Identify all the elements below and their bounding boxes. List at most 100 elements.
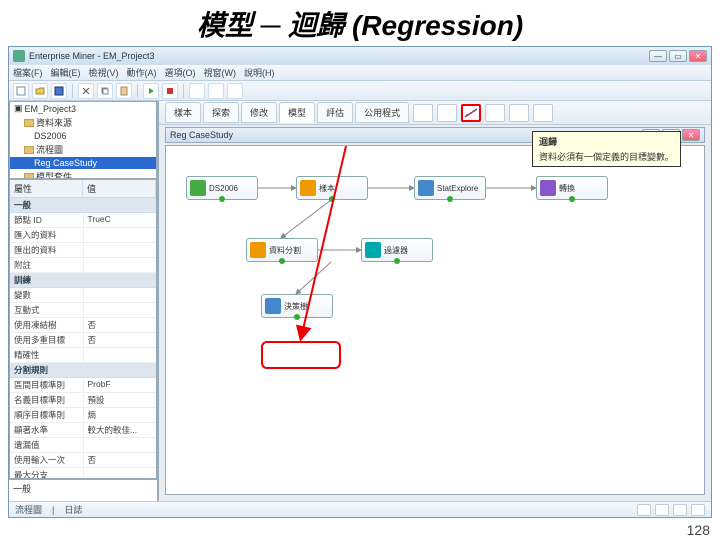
prop-key: 顯著水準 [10, 423, 84, 437]
canvas-close-button[interactable]: ✕ [682, 129, 700, 141]
zoom-fit-icon[interactable] [655, 504, 669, 516]
zoom-100-icon[interactable] [691, 504, 705, 516]
tree-item-models[interactable]: 模型套件 [10, 169, 156, 179]
prop-value[interactable] [84, 438, 157, 452]
prop-row[interactable]: 順序目標準則熵 [10, 408, 156, 423]
prop-group: 分割規則 [10, 363, 156, 378]
prop-row[interactable]: 遺漏值 [10, 438, 156, 453]
tool-new-icon[interactable] [13, 83, 29, 99]
prop-value[interactable] [84, 288, 157, 302]
palette-tab-model[interactable]: 模型 [279, 102, 315, 123]
prop-value[interactable] [84, 348, 157, 362]
palette-node-icon[interactable] [509, 104, 529, 122]
maximize-button[interactable]: ▭ [669, 50, 687, 62]
tree-item-selected[interactable]: Reg CaseStudy [10, 157, 156, 169]
menu-help[interactable]: 說明(H) [244, 66, 275, 79]
prop-row[interactable]: 精確性 [10, 348, 156, 363]
tool-copy-icon[interactable] [97, 83, 113, 99]
menu-view[interactable]: 檢視(V) [89, 66, 119, 79]
status-mid: 日誌 [64, 503, 82, 516]
palette-tab-assess[interactable]: 評估 [317, 102, 353, 123]
right-column: 樣本 探索 修改 模型 評估 公用程式 Reg CaseStudy — ▭ [159, 101, 711, 501]
prop-row[interactable]: 互動式 [10, 303, 156, 318]
prop-key: 最大分支 [10, 468, 84, 479]
prop-value[interactable]: 較大的較佳... [84, 423, 157, 437]
node-decisiontree[interactable]: 決策樹 [261, 294, 333, 318]
prop-row[interactable]: 匯出的資料 [10, 243, 156, 258]
palette-tab-modify[interactable]: 修改 [241, 102, 277, 123]
prop-row[interactable]: 匯入的資料 [10, 228, 156, 243]
prop-row[interactable]: 節點 IDTrueC [10, 213, 156, 228]
menu-window[interactable]: 視窗(W) [204, 66, 237, 79]
tool-save-icon[interactable] [51, 83, 67, 99]
prop-row[interactable]: 區間目標準則ProbF [10, 378, 156, 393]
palette-node-icon[interactable] [437, 104, 457, 122]
prop-value[interactable]: TrueC [84, 213, 157, 227]
palette-tab-sample[interactable]: 樣本 [165, 102, 201, 123]
node-datasource[interactable]: DS2006 [186, 176, 258, 200]
tree-item-diagrams[interactable]: 流程圖 [10, 142, 156, 157]
prop-row[interactable]: 最大分支 [10, 468, 156, 479]
separator [72, 84, 73, 98]
palette-tab-utility[interactable]: 公用程式 [355, 102, 409, 123]
status-dot-icon [219, 196, 225, 202]
prop-row[interactable]: 使用多重目標否 [10, 333, 156, 348]
prop-value[interactable] [84, 228, 157, 242]
tool-generic-icon[interactable] [227, 83, 243, 99]
prop-value[interactable]: 否 [84, 333, 157, 347]
prop-value[interactable]: 否 [84, 453, 157, 467]
prop-value[interactable]: 否 [84, 318, 157, 332]
prop-key: 使用輸入一次 [10, 453, 84, 467]
menu-file[interactable]: 檔案(F) [13, 66, 43, 79]
prop-row[interactable]: 使用輸入一次否 [10, 453, 156, 468]
prop-row[interactable]: 使用凍結樹否 [10, 318, 156, 333]
close-button[interactable]: ✕ [689, 50, 707, 62]
tool-generic-icon[interactable] [189, 83, 205, 99]
prop-row[interactable]: 顯著水準較大的較佳... [10, 423, 156, 438]
palette-regression-icon[interactable] [461, 104, 481, 122]
tool-paste-icon[interactable] [116, 83, 132, 99]
prop-row[interactable]: 變數 [10, 288, 156, 303]
node-filter[interactable]: 過濾器 [361, 238, 433, 262]
menubar: 檔案(F) 編輯(E) 檢視(V) 動作(A) 選項(O) 視窗(W) 說明(H… [9, 65, 711, 81]
folder-icon [24, 119, 34, 127]
palette-node-icon[interactable] [485, 104, 505, 122]
tool-run-icon[interactable] [143, 83, 159, 99]
prop-value[interactable] [84, 468, 157, 479]
menu-edit[interactable]: 編輯(E) [51, 66, 81, 79]
zoom-out-icon[interactable] [637, 504, 651, 516]
palette-tab-explore[interactable]: 探索 [203, 102, 239, 123]
tool-generic-icon[interactable] [208, 83, 224, 99]
prop-key: 順序目標準則 [10, 408, 84, 422]
tree-item-ds[interactable]: DS2006 [10, 130, 156, 142]
menu-action[interactable]: 動作(A) [127, 66, 157, 79]
node-statexplore[interactable]: StatExplore [414, 176, 486, 200]
prop-value[interactable] [84, 243, 157, 257]
prop-value[interactable]: ProbF [84, 378, 157, 392]
red-target-box [261, 341, 341, 369]
prop-row[interactable]: 名義目標準則預設 [10, 393, 156, 408]
node-partition[interactable]: 資料分割 [246, 238, 318, 262]
zoom-in-icon[interactable] [673, 504, 687, 516]
prop-value[interactable]: 預設 [84, 393, 157, 407]
prop-row[interactable]: 附註 [10, 258, 156, 273]
tree-item-datasources[interactable]: 資料來源 [10, 115, 156, 130]
tool-open-icon[interactable] [32, 83, 48, 99]
prop-key: 名義目標準則 [10, 393, 84, 407]
prop-value[interactable]: 熵 [84, 408, 157, 422]
node-transform[interactable]: 轉換 [536, 176, 608, 200]
minimize-button[interactable]: — [649, 50, 667, 62]
palette-node-icon[interactable] [533, 104, 553, 122]
diagram-canvas[interactable]: DS2006 樣本 StatExplore 轉換 資料分割 過濾器 決策樹 [165, 145, 705, 495]
project-tree[interactable]: ▣ EM_Project3 資料來源 DS2006 流程圖 Reg CaseSt… [9, 101, 157, 179]
tool-stop-icon[interactable] [162, 83, 178, 99]
node-sample[interactable]: 樣本 [296, 176, 368, 200]
tool-cut-icon[interactable] [78, 83, 94, 99]
tree-root[interactable]: ▣ EM_Project3 [10, 102, 156, 115]
menu-options[interactable]: 選項(O) [165, 66, 196, 79]
prop-group: 一般 [10, 198, 156, 213]
properties-panel[interactable]: 屬性 值 一般節點 IDTrueC匯入的資料匯出的資料附註訓練變數互動式使用凍結… [9, 179, 157, 479]
prop-value[interactable] [84, 258, 157, 272]
palette-node-icon[interactable] [413, 104, 433, 122]
prop-value[interactable] [84, 303, 157, 317]
